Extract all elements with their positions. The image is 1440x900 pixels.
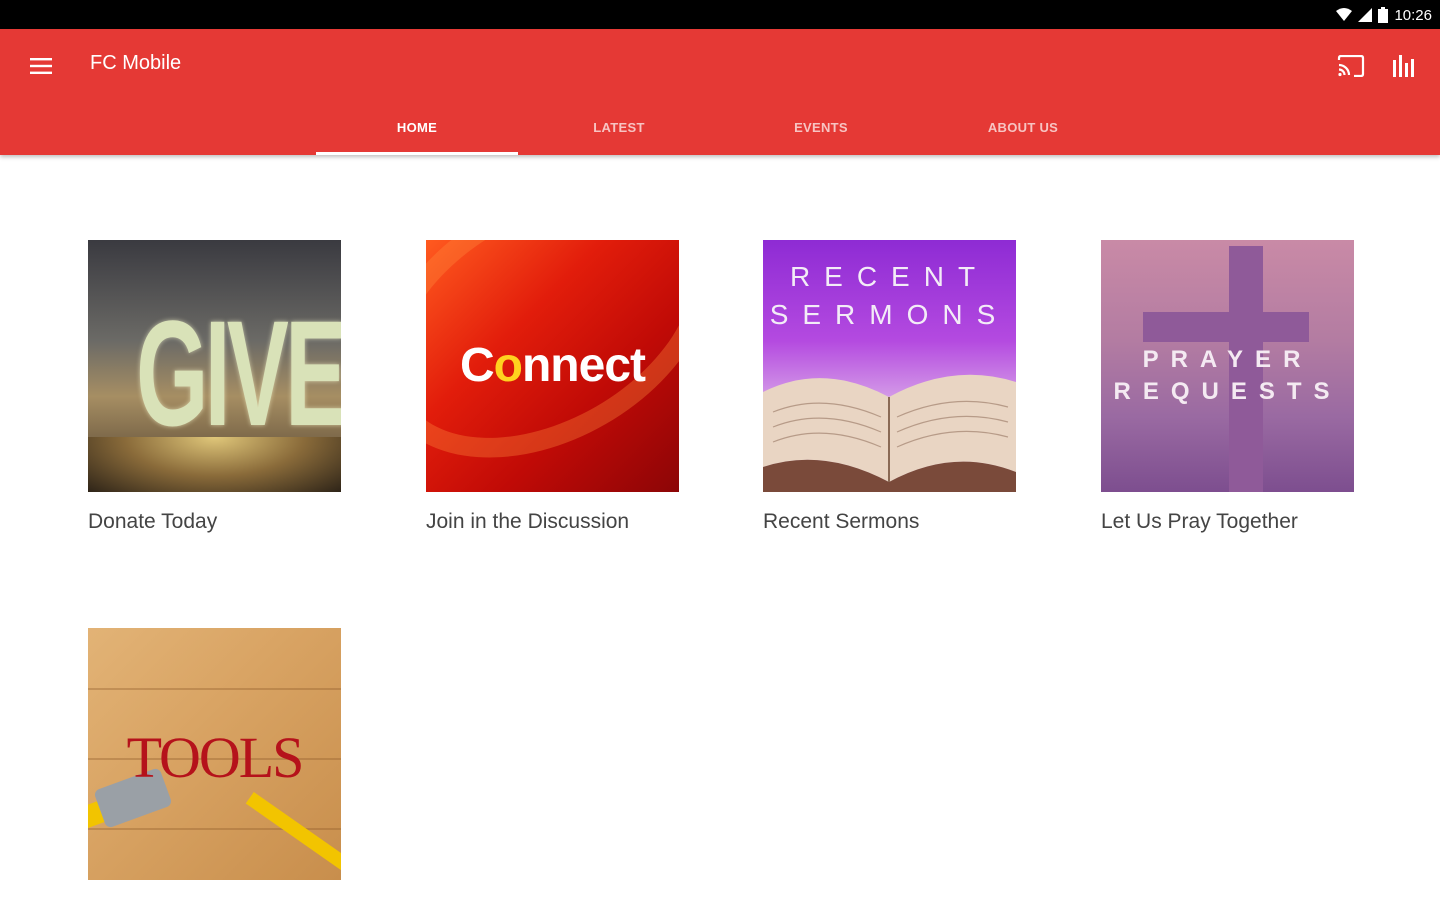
status-icons: 10:26 xyxy=(1336,4,1432,26)
tab-latest[interactable]: LATEST xyxy=(518,99,720,155)
sermons-image: RECENT SERMONS xyxy=(763,240,1016,492)
tools-image-text: TOOLS xyxy=(126,725,305,790)
tile-discussion[interactable]: Connect Join in the Discussion xyxy=(426,240,679,534)
tile-caption: Recent Sermons xyxy=(763,510,920,533)
prayer-image: PRAYER REQUESTS xyxy=(1101,240,1354,492)
bar-chart-icon xyxy=(1393,55,1414,77)
tile-caption: Donate Today xyxy=(88,510,218,533)
tile-tools[interactable]: TOOLS xyxy=(88,628,341,880)
sermons-image-text: RECENT SERMONS xyxy=(769,261,1010,330)
tab-bar: HOME LATEST EVENTS ABOUT US xyxy=(316,99,1124,155)
tile-sermons[interactable]: RECENT SERMONS Recent Sermons xyxy=(763,240,1016,534)
app-bar: FC Mobile HOME LATEST EVENTS ABOUT US xyxy=(0,29,1440,155)
connect-bubble-letter: o xyxy=(493,339,523,392)
connect-image: Connect xyxy=(426,240,679,492)
cast-button[interactable] xyxy=(1333,48,1369,84)
tile-prayer[interactable]: PRAYER REQUESTS Let Us Pray Together xyxy=(1101,240,1354,534)
tile-donate[interactable]: GIVE Donate Today xyxy=(88,240,341,534)
app-title: FC Mobile xyxy=(90,52,182,74)
prayer-image-text: PRAYER REQUESTS xyxy=(1113,346,1342,405)
tab-home[interactable]: HOME xyxy=(316,99,518,155)
status-bar: 10:26 xyxy=(0,0,1440,29)
book-illustration xyxy=(763,374,1016,492)
battery-icon xyxy=(1378,7,1389,23)
stats-button[interactable] xyxy=(1386,48,1422,84)
wood-plank-line xyxy=(88,688,341,690)
cross-shape-bar xyxy=(1143,312,1309,342)
give-image: GIVE xyxy=(88,240,341,492)
menu-button[interactable] xyxy=(24,49,58,83)
ruler-shape xyxy=(245,791,341,879)
tab-about-us[interactable]: ABOUT US xyxy=(922,99,1124,155)
connect-image-text: Connect xyxy=(459,339,646,392)
give-image-text: GIVE xyxy=(136,289,341,457)
signal-icon xyxy=(1358,8,1373,22)
wifi-icon xyxy=(1336,8,1353,21)
status-time: 10:26 xyxy=(1394,6,1432,24)
tools-image: TOOLS xyxy=(88,628,341,880)
tile-caption: Join in the Discussion xyxy=(426,510,630,533)
tab-events[interactable]: EVENTS xyxy=(720,99,922,155)
cast-icon xyxy=(1337,55,1365,77)
menu-icon xyxy=(30,58,52,74)
tile-caption: Let Us Pray Together xyxy=(1101,510,1298,533)
